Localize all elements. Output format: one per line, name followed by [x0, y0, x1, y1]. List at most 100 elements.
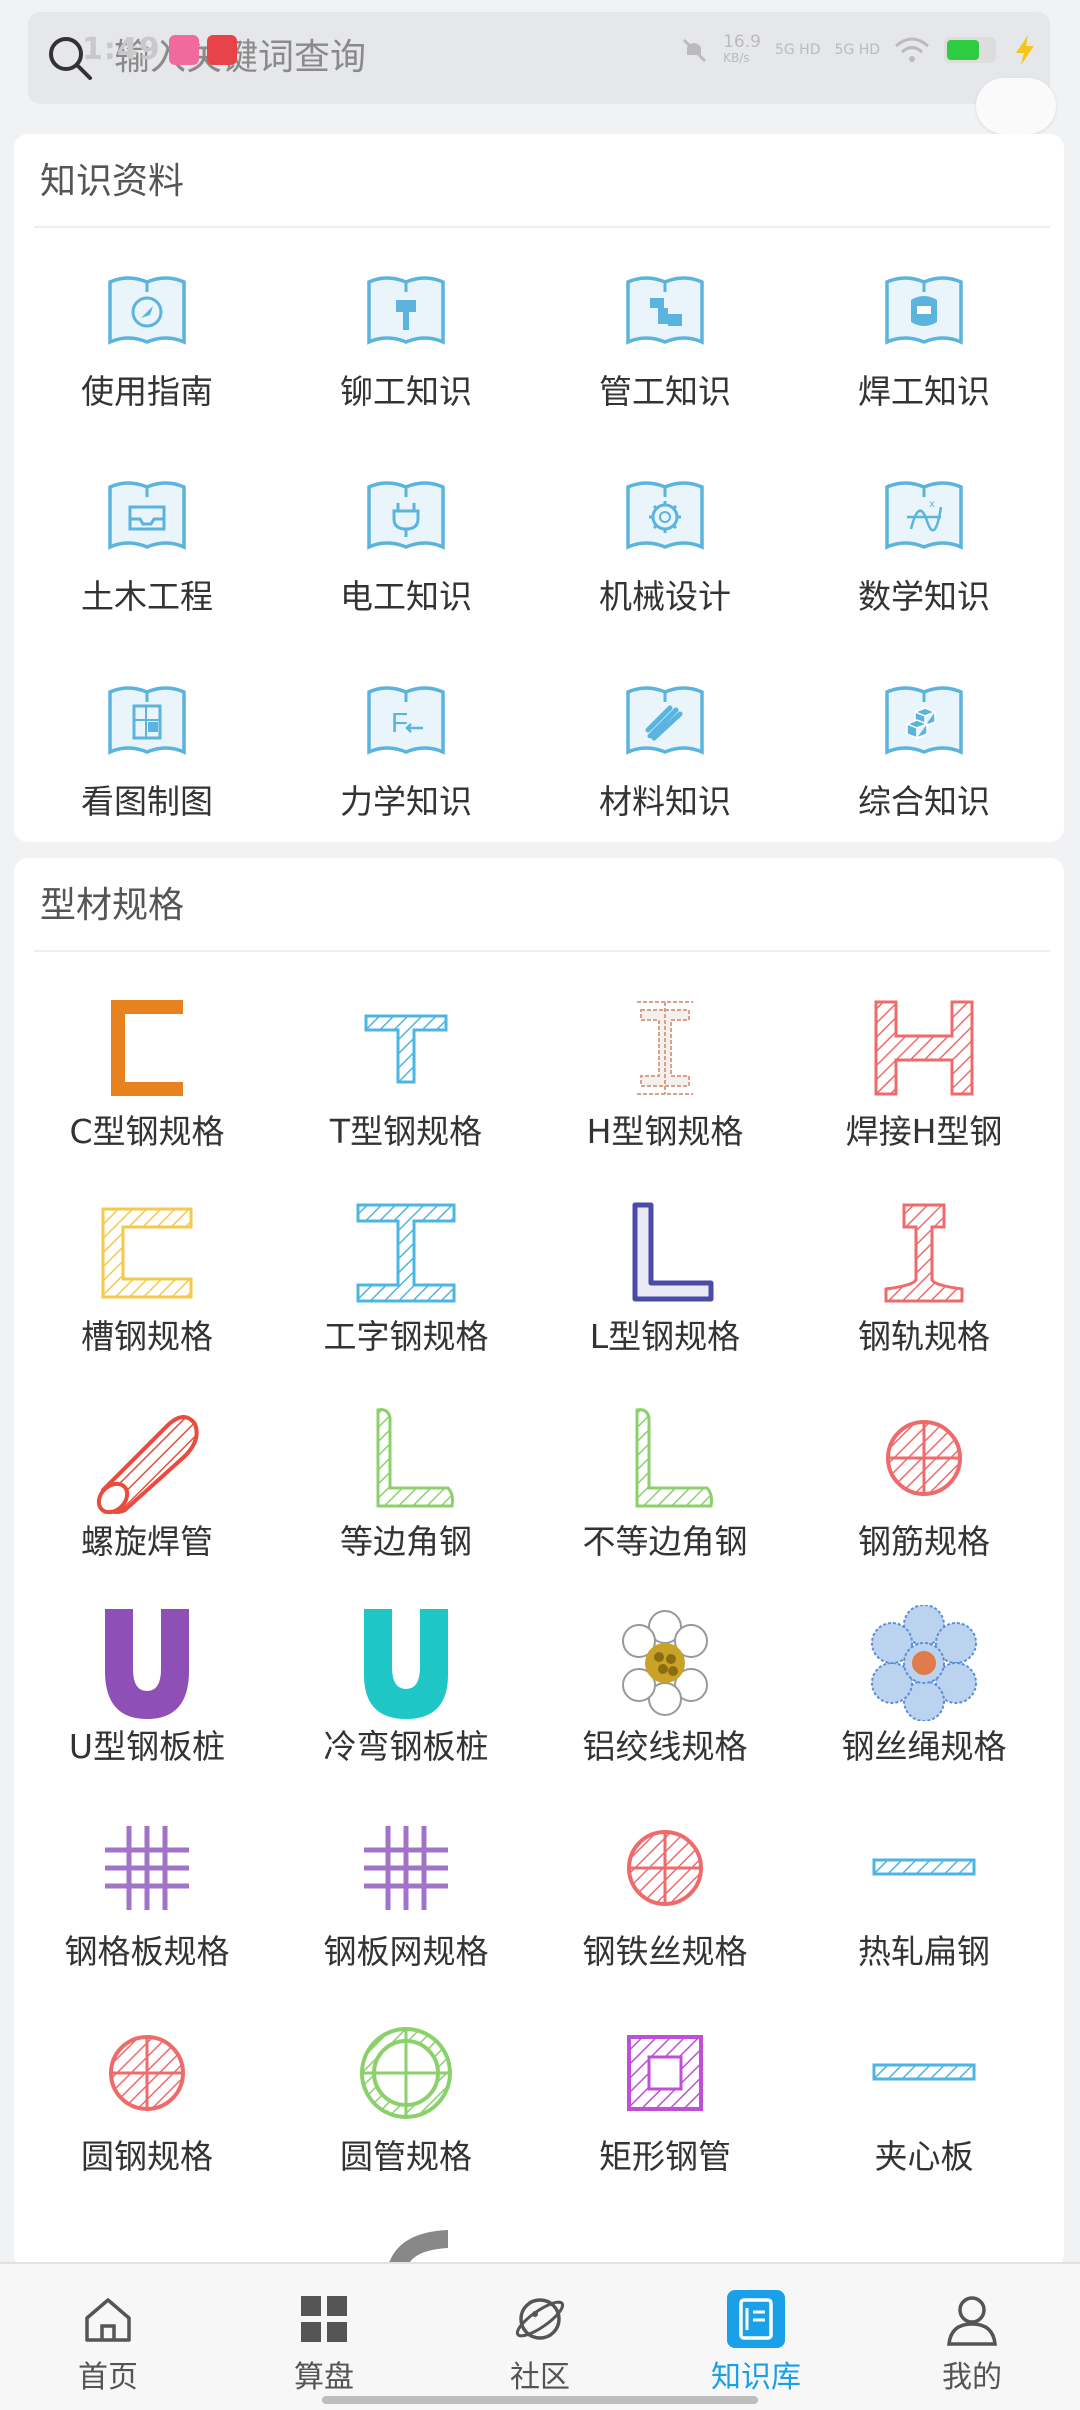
grid-item-label: 槽钢规格 [81, 1317, 213, 1356]
pipe-book-icon [624, 272, 706, 350]
tab-book[interactable]: 知识库 [648, 2264, 864, 2410]
tab-planet[interactable]: 社区 [432, 2264, 648, 2410]
grid-item-round-pipe[interactable]: 圆管规格 [275, 1979, 537, 2184]
channel-steel-icon [89, 1195, 205, 1311]
grid-item-label: 钢格板规格 [64, 1932, 230, 1971]
grid-item-t-steel[interactable]: T型钢规格 [275, 954, 537, 1159]
material-book-icon [624, 682, 706, 760]
welding-mask-book-icon [883, 272, 965, 350]
grid-item-drawing-book[interactable]: 看图制图 [16, 640, 278, 845]
charging-icon [1016, 35, 1034, 65]
grid-item-i-beam[interactable]: 工字钢规格 [275, 1159, 537, 1364]
grid-item-label: 看图制图 [81, 782, 213, 821]
grid-item-unequal-angle[interactable]: 不等边角钢 [534, 1364, 796, 1569]
round-steel-icon [89, 2015, 205, 2131]
grid-item-label: 钢轨规格 [858, 1317, 990, 1356]
app-notification-icon [168, 34, 199, 65]
grid-item-h-steel-drawing[interactable]: H型钢规格 [534, 954, 796, 1159]
grid-item-u-sheet-pile[interactable]: U型钢板桩 [16, 1569, 278, 1774]
cold-bent-pile-icon [348, 1605, 464, 1721]
grid-item-compass-book[interactable]: 使用指南 [16, 230, 278, 435]
grid-icon [295, 2290, 353, 2348]
grid-item-label: 电工知识 [340, 577, 472, 616]
grid-item-flat-steel[interactable]: 热轧扁钢 [793, 1774, 1055, 1979]
grid-item-pipe-book[interactable]: 管工知识 [534, 230, 796, 435]
grid-item-steel-grating[interactable]: 钢格板规格 [16, 1774, 278, 1979]
book-icon [727, 2290, 785, 2348]
tab-user[interactable]: 我的 [864, 2264, 1080, 2410]
grid-item-label: 钢丝绳规格 [841, 1727, 1007, 1766]
tab-grid[interactable]: 算盘 [216, 2264, 432, 2410]
grid-item-channel-steel[interactable]: 槽钢规格 [16, 1159, 278, 1364]
equal-angle-icon [348, 1400, 464, 1516]
grid-item-rect-tube[interactable]: 矩形钢管 [534, 1979, 796, 2184]
status-time: 1:49 [82, 32, 161, 67]
wifi-icon [895, 37, 929, 62]
drawing-book-icon [106, 682, 188, 760]
grid-item-equal-angle[interactable]: 等边角钢 [275, 1364, 537, 1569]
grid-item-formula-book[interactable]: x 数学知识 [793, 435, 1055, 640]
grid-item-c-steel[interactable]: C型钢规格 [16, 954, 278, 1159]
grid-item-label: 机械设计 [599, 577, 731, 616]
grid-item-label: 综合知识 [858, 782, 990, 821]
knowledge-card: 知识资料 使用指南 铆工知识 管工知识 焊工知识 土木工程 电工知识 机械设计 x 数学知识 看图… [14, 134, 1064, 842]
tab-home[interactable]: 首页 [0, 2264, 216, 2410]
steel-mesh-icon [348, 1810, 464, 1926]
t-steel-icon [348, 990, 464, 1106]
grid-item-rail[interactable]: 钢轨规格 [793, 1159, 1055, 1364]
tab-label: 算盘 [294, 2360, 354, 2395]
wire-rope-icon [866, 1604, 982, 1722]
rect-tube-icon [607, 2015, 723, 2131]
grid-item-round-steel[interactable]: 圆钢规格 [16, 1979, 278, 2184]
grid-item-cubes-book[interactable]: 综合知识 [793, 640, 1055, 845]
gear-book-icon [624, 477, 706, 555]
grid-item-label: 工字钢规格 [323, 1317, 489, 1356]
grid-item-steel-wire[interactable]: 钢铁丝规格 [534, 1774, 796, 1979]
divider [34, 226, 1050, 228]
battery-icon [944, 37, 996, 63]
grid-item-label: U型钢板桩 [68, 1727, 226, 1766]
top-bar: 输入关键词查询 1:49 16.9 KB/s 5G HD 5G HD [0, 0, 1080, 134]
grid-item-label: 使用指南 [81, 372, 213, 411]
grid-item-tray-book[interactable]: 土木工程 [16, 435, 278, 640]
mute-icon [683, 38, 707, 63]
grid-item-welded-h-steel[interactable]: 焊接H型钢 [793, 954, 1055, 1159]
tab-label: 我的 [942, 2360, 1002, 2395]
u-sheet-pile-icon [89, 1605, 205, 1721]
grid-item-label: 矩形钢管 [599, 2137, 731, 2176]
grid-item-sandwich-panel[interactable]: 夹心板 [793, 1979, 1055, 2184]
grid-item-wire-rope[interactable]: 钢丝绳规格 [793, 1569, 1055, 1774]
grid-item-l-steel[interactable]: L型钢规格 [534, 1159, 796, 1364]
status-right: 16.9 KB/s 5G HD 5G HD [679, 30, 1040, 70]
floating-assistant[interactable] [976, 78, 1056, 134]
grid-item-gear-book[interactable]: 机械设计 [534, 435, 796, 640]
grid-item-material-book[interactable]: 材料知识 [534, 640, 796, 845]
grid-item-welding-mask-book[interactable]: 焊工知识 [793, 230, 1055, 435]
c-steel-icon [89, 990, 205, 1106]
grid-item-spiral-pipe[interactable]: 螺旋焊管 [16, 1364, 278, 1569]
tab-label: 首页 [78, 2360, 138, 2395]
grid-item-cold-bent-pile[interactable]: 冷弯钢板桩 [275, 1569, 537, 1774]
flat-steel-icon [866, 1810, 982, 1926]
tray-book-icon [106, 477, 188, 555]
rail-icon [866, 1195, 982, 1311]
grid-item-label: 土木工程 [81, 577, 213, 616]
grid-item-label: 螺旋焊管 [81, 1522, 213, 1561]
h-steel-drawing-icon [607, 990, 723, 1106]
signal-2: 5G HD [834, 42, 880, 58]
grid-item-rebar[interactable]: 钢筋规格 [793, 1364, 1055, 1569]
force-book-icon: F [365, 682, 447, 760]
cubes-book-icon [883, 682, 965, 760]
grid-item-aluminum-strand[interactable]: 铝绞线规格 [534, 1569, 796, 1774]
gesture-bar [322, 2396, 758, 2404]
sandwich-panel-icon [866, 2015, 982, 2131]
grid-item-label: 热轧扁钢 [858, 1932, 990, 1971]
grid-item-plug-book[interactable]: 电工知识 [275, 435, 537, 640]
divider [34, 950, 1050, 952]
profiles-card: 型材规格 C型钢规格 T型钢规格 H型钢规格 焊接H型钢 槽钢规格 工字钢规格 L型钢规格钢… [14, 858, 1064, 2268]
grid-item-force-book[interactable]: F 力学知识 [275, 640, 537, 845]
home-icon [79, 2290, 137, 2348]
l-steel-icon [607, 1195, 723, 1311]
grid-item-rivet-book[interactable]: 铆工知识 [275, 230, 537, 435]
grid-item-steel-mesh[interactable]: 钢板网规格 [275, 1774, 537, 1979]
